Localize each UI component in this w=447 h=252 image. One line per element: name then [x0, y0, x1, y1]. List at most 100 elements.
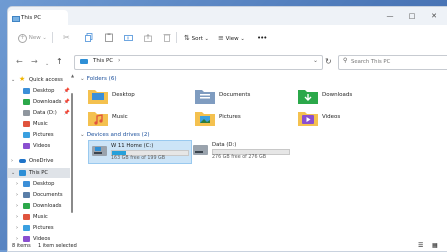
nav-pc-pictures[interactable]: › Pictures — [8, 223, 70, 233]
item-count: 8 items — [12, 243, 31, 249]
nav-label: Documents — [33, 192, 63, 198]
downloads-folder-icon — [298, 90, 318, 104]
folder-downloads[interactable]: Downloads — [298, 87, 398, 107]
chevron-right-icon[interactable]: › — [16, 212, 18, 222]
downloads-icon — [23, 203, 30, 209]
nav-item-desktop[interactable]: Desktop 📌 — [8, 86, 70, 96]
search-box[interactable]: ⚲ — [338, 55, 447, 70]
nav-label: Data (D:) — [33, 110, 57, 116]
chevron-right-icon[interactable]: › — [16, 201, 18, 211]
nav-item-pictures[interactable]: Pictures — [8, 130, 70, 140]
desktop-icon — [23, 88, 30, 94]
pin-icon: 📌 — [63, 88, 70, 94]
windows-drive-icon — [92, 146, 107, 156]
chevron-down-icon: ⌄ — [42, 35, 47, 41]
chevron-down-icon: ⌄ — [80, 76, 85, 82]
close-icon[interactable]: ✕ — [424, 10, 444, 22]
folder-music[interactable]: Music — [88, 109, 188, 129]
music-folder-icon — [88, 112, 108, 126]
drive-c[interactable]: W 11 Home (C:) 163 GB free of 199 GB — [88, 140, 192, 164]
nav-label: Music — [33, 121, 48, 127]
folder-label: Desktop — [112, 92, 135, 98]
address-path: This PC — [93, 58, 114, 64]
chevron-down-icon: ⌄ — [204, 36, 209, 42]
folder-documents[interactable]: Documents — [195, 87, 295, 107]
scrollbar-thumb[interactable] — [71, 93, 73, 213]
maximize-icon[interactable]: □ — [402, 10, 422, 22]
up-arrow-icon[interactable]: ↑ — [56, 57, 63, 67]
star-icon: ★ — [19, 75, 26, 83]
pictures-icon — [23, 225, 30, 231]
folder-label: Music — [112, 114, 128, 120]
videos-icon — [23, 143, 30, 149]
new-label: New — [28, 35, 41, 41]
folders-section-header[interactable]: ⌄ Folders (6) — [80, 76, 117, 82]
sort-button[interactable]: ⇅ Sort ⌄ — [184, 31, 209, 45]
nav-scrollbar[interactable]: ▲ — [71, 73, 74, 243]
drive-d[interactable]: Data (D:) 276 GB free of 276 GB — [190, 140, 290, 162]
rename-icon[interactable] — [124, 31, 133, 45]
back-arrow-icon[interactable]: ← — [16, 57, 23, 67]
section-label: Folders (6) — [86, 76, 117, 82]
folder-label: Downloads — [322, 92, 353, 98]
address-bar[interactable]: This PC › ⌄ — [74, 55, 323, 70]
copy-icon[interactable] — [85, 31, 93, 45]
chevron-down-icon[interactable]: ⌄ — [11, 168, 15, 178]
nav-onedrive[interactable]: › OneDrive — [8, 156, 70, 166]
nav-item-videos[interactable]: Videos — [8, 141, 70, 151]
chevron-right-icon[interactable]: › — [16, 190, 18, 200]
window-tab[interactable]: This PC — [8, 10, 68, 25]
cut-icon[interactable]: ✂ — [63, 31, 70, 45]
tiles-view-icon[interactable]: ▦ — [432, 242, 438, 249]
nav-this-pc[interactable]: ⌄ This PC — [8, 168, 70, 178]
folder-pictures[interactable]: Pictures — [195, 109, 295, 129]
recent-locations-icon[interactable]: ⌄ — [45, 59, 49, 69]
chevron-right-icon[interactable]: › — [118, 57, 120, 64]
address-row: ← → ⌄ ↑ This PC › ⌄ ↻ ⚲ — [8, 51, 447, 73]
this-pc-icon — [19, 170, 26, 176]
window-title: This PC — [21, 15, 42, 21]
search-input[interactable] — [351, 57, 441, 67]
share-icon[interactable] — [144, 31, 152, 45]
nav-item-downloads[interactable]: Downloads 📌 — [8, 97, 70, 107]
folder-label: Videos — [322, 114, 341, 120]
chevron-right-icon[interactable]: › — [11, 156, 13, 166]
scroll-up-icon[interactable]: ▲ — [71, 73, 74, 78]
delete-icon[interactable] — [163, 31, 171, 45]
minimize-icon[interactable]: — — [380, 10, 400, 22]
nav-label: Desktop — [33, 181, 55, 187]
refresh-icon[interactable]: ↻ — [325, 57, 332, 66]
nav-pc-music[interactable]: › Music — [8, 212, 70, 222]
folder-desktop[interactable]: Desktop — [88, 87, 188, 107]
new-icon: + — [18, 34, 27, 43]
new-button[interactable]: + New ⌄ — [18, 31, 47, 45]
drives-section-header[interactable]: ⌄ Devices and drives (2) — [80, 132, 150, 138]
videos-folder-icon — [298, 112, 318, 126]
nav-pc-downloads[interactable]: › Downloads — [8, 201, 70, 211]
nav-pc-desktop[interactable]: › Desktop — [8, 179, 70, 189]
nav-quick-access[interactable]: ⌄ ★ Quick access — [8, 75, 70, 85]
folder-videos[interactable]: Videos — [298, 109, 398, 129]
drive-icon — [193, 145, 208, 155]
music-icon — [23, 214, 30, 220]
nav-pc-documents[interactable]: › Documents — [8, 190, 70, 200]
documents-icon — [23, 192, 30, 198]
navigation-pane: ⌄ ★ Quick access Desktop 📌 Downloads 📌 D… — [8, 73, 74, 243]
this-pc-icon — [80, 59, 88, 64]
chevron-down-icon[interactable]: ⌄ — [313, 57, 318, 64]
nav-label: Pictures — [33, 132, 54, 138]
nav-item-data-d[interactable]: Data (D:) 📌 — [8, 108, 70, 118]
chevron-right-icon[interactable]: › — [16, 223, 18, 233]
chevron-down-icon[interactable]: ⌄ — [11, 75, 15, 85]
paste-icon[interactable] — [105, 31, 113, 45]
forward-arrow-icon[interactable]: → — [31, 57, 38, 67]
details-view-icon[interactable]: ☰ — [418, 242, 423, 249]
nav-item-music[interactable]: Music — [8, 119, 70, 129]
view-button[interactable]: ≡ View ⌄ — [218, 31, 245, 45]
content-pane: ⌄ Folders (6) Desktop Documents Downloads… — [78, 73, 447, 243]
folder-label: Documents — [219, 92, 251, 98]
more-options-button[interactable]: ••• — [257, 31, 267, 45]
cloud-icon — [19, 159, 26, 163]
pin-icon: 📌 — [63, 110, 70, 116]
chevron-right-icon[interactable]: › — [16, 179, 18, 189]
